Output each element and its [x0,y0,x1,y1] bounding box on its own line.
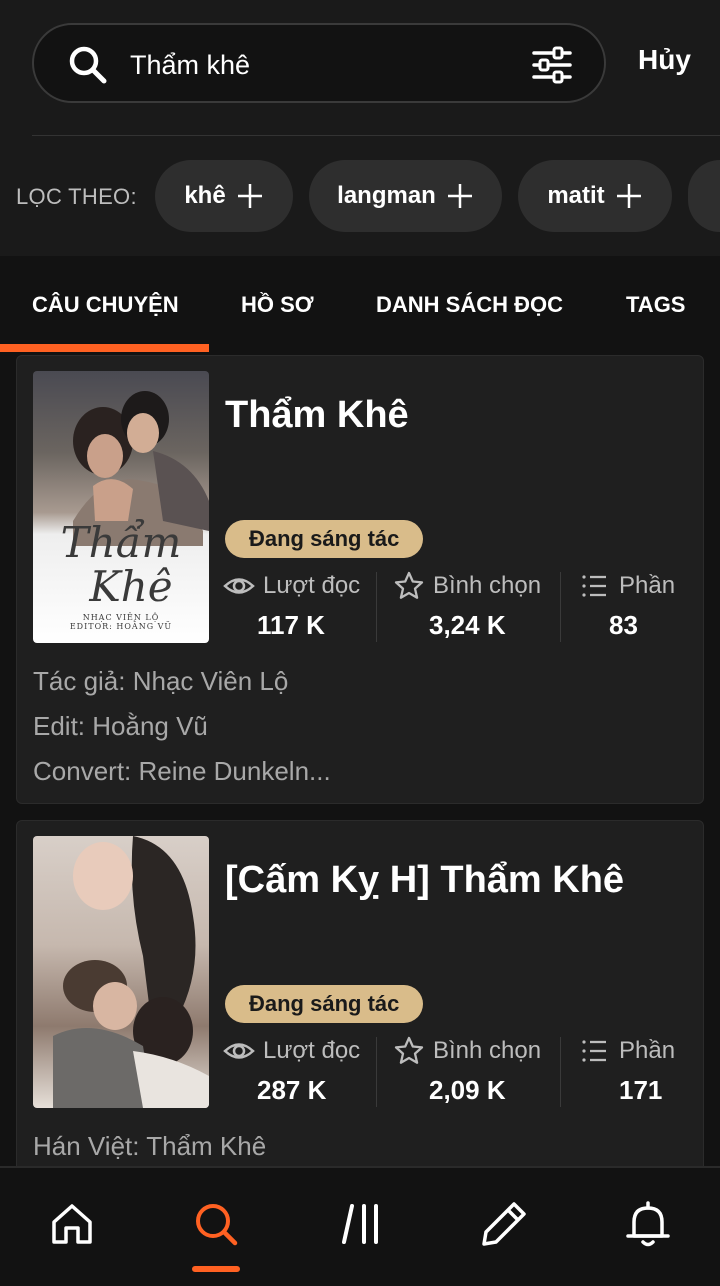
story-cover[interactable]: Thẩm Khê NHẠC VIÊN LỘ EDITOR: HOẰNG VŨ [33,371,209,643]
filter-settings-icon[interactable] [530,43,574,87]
chip-label: khê [184,182,226,209]
stat-votes: Bình chọn 3,24 K [393,570,563,642]
story-cover[interactable] [33,836,209,1108]
tab-stories[interactable]: CÂU CHUYỆN [32,292,179,318]
stat-label: Phần [619,1037,676,1064]
filter-chip-langman[interactable]: langman [309,160,502,232]
star-icon [394,571,424,599]
stat-reads: Lượt đọc 287 K [223,1035,373,1107]
stat-label: Bình chọn [433,1037,542,1064]
search-input[interactable] [130,43,510,87]
plus-icon [447,184,472,208]
stat-divider [376,572,377,642]
search-bar[interactable] [32,23,606,103]
filter-chip-khe[interactable]: khê [155,160,293,232]
search-icon [69,46,107,84]
chip-label: matit [547,182,605,209]
story-meta-line: Hán Việt: Thẩm Khê [33,1131,267,1161]
filter-label: LỌC THEO: [16,184,137,209]
stat-parts: Phần 83 [579,570,689,642]
stat-label: Bình chọn [433,572,542,599]
stat-label: Lượt đọc [263,572,361,599]
stat-votes: Bình chọn 2,09 K [393,1035,563,1107]
active-tab-indicator [0,344,209,352]
story-meta-line: Tác giả: Nhạc Viên Lộ [33,666,289,696]
story-card[interactable]: [Cấm Kỵ H] Thẩm Khê Đang sáng tác Lượt đ… [16,820,704,1180]
eye-icon [223,1043,255,1059]
stat-value: 287 K [257,1075,327,1105]
star-icon [394,1036,424,1064]
tab-profiles[interactable]: HỒ SƠ [241,292,314,318]
search-header: Hủy LỌC THEO: khê langman matit [0,0,720,256]
filter-chip-partial[interactable] [688,160,720,232]
cancel-button[interactable]: Hủy [638,44,691,76]
story-title[interactable]: Thẩm Khê [225,394,409,437]
list-icon [582,575,606,597]
stat-label: Phần [619,572,676,599]
home-icon[interactable] [48,1200,96,1248]
tab-reading-lists[interactable]: DANH SÁCH ĐỌC [376,292,563,318]
stat-reads: Lượt đọc 117 K [223,570,373,642]
tab-tags[interactable]: TAGS [626,292,685,318]
stat-value: 171 [619,1075,663,1105]
status-badge: Đang sáng tác [225,985,424,1023]
stat-parts: Phần 171 [579,1035,689,1107]
cover-art [53,836,209,1108]
stat-divider [560,572,561,642]
plus-icon [237,184,262,208]
bell-icon[interactable] [624,1200,672,1248]
status-badge: Đang sáng tác [225,520,424,558]
eye-icon [223,578,255,594]
stat-value: 117 K [257,610,325,640]
library-icon[interactable] [338,1200,386,1248]
stat-divider [560,1037,561,1107]
story-title[interactable]: [Cấm Kỵ H] Thẩm Khê [225,859,624,902]
stat-label: Lượt đọc [263,1037,361,1064]
stat-value: 3,24 K [429,610,506,640]
chip-label: langman [337,182,436,209]
stat-value: 83 [609,610,638,640]
search-icon[interactable] [192,1200,240,1248]
cover-title: Thẩm Khê NHẠC VIÊN LỘ EDITOR: HOẰNG VŨ [60,518,182,632]
stat-value: 2,09 K [429,1075,506,1105]
write-icon[interactable] [480,1200,528,1248]
result-tabs: CÂU CHUYỆN HỒ SƠ DANH SÁCH ĐỌC TAGS [0,256,720,352]
divider [32,135,720,136]
filter-chip-matit[interactable]: matit [518,160,672,232]
list-icon [582,1040,606,1062]
bottom-navigation [0,1166,720,1286]
active-nav-indicator [192,1266,240,1272]
story-meta-line: Edit: Hoằng Vũ [33,711,208,741]
story-card[interactable]: Thẩm Khê NHẠC VIÊN LỘ EDITOR: HOẰNG VŨ T… [16,355,704,804]
story-meta-line: Convert: Reine Dunkeln... [33,756,331,786]
plus-icon [616,184,641,208]
stat-divider [376,1037,377,1107]
